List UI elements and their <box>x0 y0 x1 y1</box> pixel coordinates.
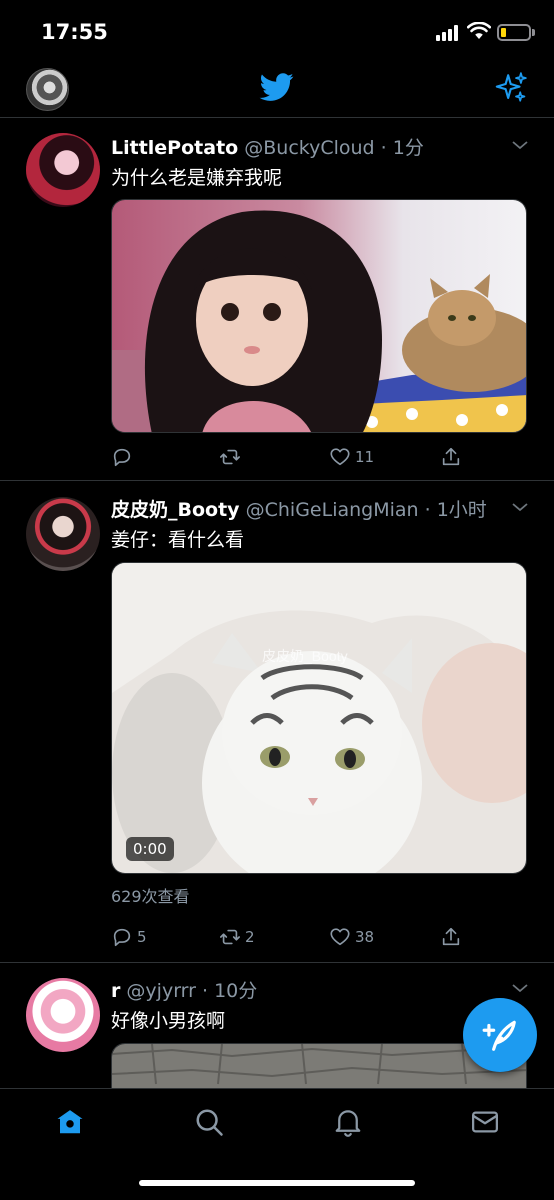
bell-icon <box>335 1110 361 1137</box>
tweet-text: 好像小男孩啊 <box>111 1010 226 1032</box>
reply-button[interactable]: 5 <box>111 924 147 950</box>
tweet-timestamp: · 1分 <box>380 137 424 159</box>
status-bar: 17:55 <box>0 0 554 64</box>
compose-tweet-button[interactable] <box>463 998 537 1072</box>
home-icon <box>57 1110 83 1134</box>
mail-icon <box>472 1111 498 1133</box>
tweet-image[interactable] <box>111 199 527 433</box>
retweet-button[interactable]: 2 <box>219 924 255 950</box>
tweet-image[interactable] <box>111 1043 527 1088</box>
share-button[interactable] <box>440 444 462 470</box>
tweet[interactable]: 皮皮奶_Booty @ChiGeLiangMian · 1小时 姜仔：看什么看 … <box>0 481 554 963</box>
like-button[interactable]: 38 <box>329 924 374 950</box>
tab-home[interactable] <box>55 1107 85 1137</box>
tweet-author-handle[interactable]: @BuckyCloud <box>244 137 374 159</box>
tab-messages[interactable] <box>470 1107 500 1137</box>
tweet-header: r @yjyrrr · 10分 <box>111 976 257 1003</box>
avatar[interactable] <box>26 133 100 207</box>
tweet-actions: 11 <box>111 444 527 470</box>
tweet-header: LittlePotato @BuckyCloud · 1分 <box>111 133 424 160</box>
reply-icon <box>113 928 131 947</box>
tweet-header: 皮皮奶_Booty @ChiGeLiangMian · 1小时 <box>111 495 487 522</box>
share-icon <box>442 447 460 466</box>
tweet-text: 为什么老是嫌弃我呢 <box>111 167 283 189</box>
battery-icon <box>497 24 531 41</box>
home-indicator <box>139 1180 415 1186</box>
tweet-timestamp: · 10分 <box>202 980 258 1002</box>
cell-signal-icon <box>436 25 460 41</box>
compose-tweet-icon <box>482 1020 516 1051</box>
heart-icon <box>330 448 350 466</box>
tweet-author-name[interactable]: LittlePotato <box>111 137 238 159</box>
tweet-text: 姜仔：看什么看 <box>111 529 245 551</box>
tweet[interactable]: LittlePotato @BuckyCloud · 1分 为什么老是嫌弃我呢 <box>0 119 554 481</box>
reply-button[interactable] <box>111 444 137 470</box>
retweet-icon <box>220 929 240 945</box>
avatar[interactable] <box>26 978 100 1052</box>
video-thumbnail-cat: 皮皮奶_Booty <box>112 563 526 873</box>
svg-text:皮皮奶_Booty: 皮皮奶_Booty <box>262 648 348 664</box>
like-count: 11 <box>355 448 375 466</box>
retweet-button[interactable] <box>219 444 245 470</box>
chevron-down-icon[interactable] <box>511 982 529 994</box>
twitter-bird-icon[interactable] <box>258 70 296 104</box>
retweet-count: 2 <box>245 928 255 946</box>
status-time: 17:55 <box>41 20 108 44</box>
tweet-author-handle[interactable]: @ChiGeLiangMian <box>246 499 419 521</box>
chevron-down-icon[interactable] <box>511 139 529 151</box>
reply-icon <box>113 448 131 467</box>
photo-pavement <box>112 1044 526 1088</box>
like-button[interactable]: 11 <box>329 444 374 470</box>
chevron-down-icon[interactable] <box>511 501 529 513</box>
tweet-author-handle[interactable]: @yjyrrr <box>126 980 196 1002</box>
share-button[interactable] <box>440 924 462 950</box>
wifi-icon <box>467 22 491 39</box>
search-icon <box>196 1109 223 1136</box>
view-count: 629次查看 <box>111 887 190 906</box>
tweet-timestamp: · 1小时 <box>424 499 487 521</box>
profile-avatar[interactable] <box>26 68 69 111</box>
reply-count: 5 <box>137 928 147 946</box>
tweet-author-name[interactable]: 皮皮奶_Booty <box>111 499 240 521</box>
avatar[interactable] <box>26 497 100 571</box>
top-nav <box>0 64 554 118</box>
tweet-actions: 5 2 38 <box>111 924 527 950</box>
photo-girl-with-cat <box>112 200 526 432</box>
sparkle-icon[interactable] <box>494 71 528 105</box>
video-duration: 0:00 <box>126 837 174 861</box>
tab-notifications[interactable] <box>333 1107 363 1137</box>
tweet-author-name[interactable]: r <box>111 980 120 1002</box>
like-count: 38 <box>355 928 375 946</box>
share-icon <box>442 927 460 946</box>
heart-icon <box>330 928 350 946</box>
tweet-video[interactable]: 皮皮奶_Booty 0:00 <box>111 562 527 874</box>
tab-search[interactable] <box>194 1107 224 1137</box>
retweet-icon <box>220 449 240 465</box>
